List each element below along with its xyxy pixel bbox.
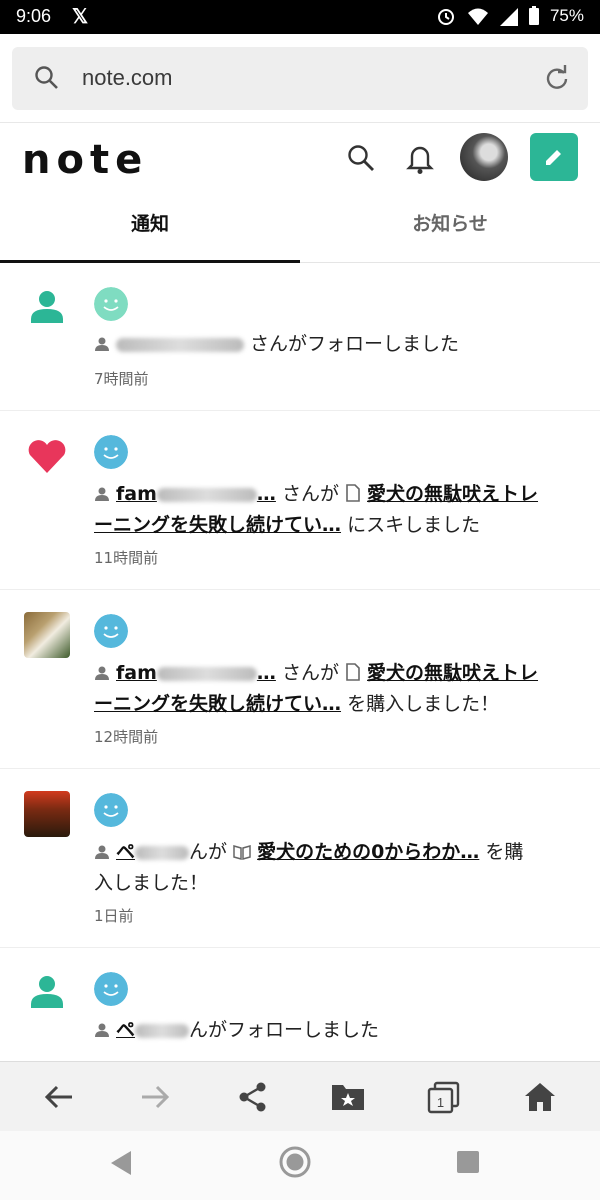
person-icon (31, 976, 63, 1008)
alarm-icon (437, 9, 454, 25)
bookmark-folder-icon[interactable] (330, 1080, 366, 1114)
person-icon (95, 487, 109, 501)
notification-action: さんがフォローしました (250, 333, 460, 355)
notification-action: んがフォローしました (189, 1019, 380, 1041)
avatar[interactable] (94, 793, 128, 827)
status-bar: 9:06 𝕏 75% (0, 0, 600, 34)
nav-recents-icon[interactable] (456, 1150, 480, 1174)
notification-action: 入しました！ (94, 872, 209, 894)
username-link[interactable]: fam… (116, 483, 276, 505)
article-link[interactable]: 愛犬の無駄吠えトレ (367, 662, 538, 684)
home-icon[interactable] (522, 1080, 558, 1114)
notification-action: んが (189, 841, 228, 863)
timestamp: 7時間前 (94, 370, 149, 388)
search-icon (35, 66, 58, 89)
notification-item[interactable]: fam… さんが 愛犬の無駄吠えトレ ーニングを失敗し続けてい… を購入しました… (0, 590, 600, 769)
username-link[interactable]: fam… (116, 662, 276, 684)
notification-item[interactable]: fam… さんが 愛犬の無駄吠えトレ ーニングを失敗し続けてい… にスキしました… (0, 411, 600, 590)
svg-text:1: 1 (437, 1095, 444, 1110)
notification-action: を購 (485, 841, 524, 863)
blurred-username[interactable] (116, 337, 244, 352)
notification-text: fam… さんが 愛犬の無駄吠えトレ (94, 658, 538, 685)
system-nav-bar (0, 1131, 600, 1200)
battery-level: 75% (549, 6, 584, 25)
forward-arrow-icon[interactable] (138, 1080, 172, 1114)
magazine-icon (233, 845, 251, 860)
address-bar[interactable]: note.com (12, 47, 588, 110)
avatar[interactable] (94, 435, 128, 469)
notification-text: ペんが 愛犬のための0からわか… を購 (94, 837, 523, 864)
dog-thumbnail[interactable] (24, 612, 70, 658)
timestamp: 11時間前 (94, 549, 159, 567)
bell-icon[interactable] (406, 143, 434, 175)
nav-home-icon[interactable] (278, 1145, 312, 1179)
magazine-link[interactable]: 愛犬のための0からわか… (257, 841, 479, 863)
document-icon (346, 663, 360, 681)
url-text: note.com (82, 65, 173, 90)
person-icon (31, 291, 63, 323)
notification-item[interactable]: ペんがフォローしました (0, 948, 600, 1061)
timestamp: 12時間前 (94, 728, 159, 746)
notification-item[interactable]: ペんが 愛犬のための0からわか… を購 入しました！ 1日前 (0, 769, 600, 948)
avatar[interactable] (94, 614, 128, 648)
article-link[interactable]: ーニングを失敗し続けてい… (94, 693, 341, 715)
event-thumbnail[interactable] (24, 791, 70, 837)
avatar[interactable] (94, 287, 128, 321)
tab-announcements[interactable]: お知らせ (300, 194, 600, 262)
status-icons: 75% (436, 6, 584, 26)
tab-bar: 通知 お知らせ (0, 194, 600, 263)
browser-toolbar: note.com (0, 34, 600, 122)
person-icon (95, 845, 109, 859)
document-icon (346, 484, 360, 502)
article-link[interactable]: 愛犬の無駄吠えトレ (367, 483, 538, 505)
person-icon (95, 337, 109, 351)
battery-icon (528, 6, 539, 25)
notification-text: さんがフォローしました (94, 329, 459, 356)
tab-notifications[interactable]: 通知 (0, 194, 300, 263)
signal-icon (499, 8, 518, 26)
x-app-icon: 𝕏 (72, 6, 89, 28)
notification-item[interactable]: さんがフォローしました 7時間前 (0, 263, 600, 411)
heart-icon (28, 440, 66, 473)
person-icon (95, 1023, 109, 1037)
browser-bottom-bar: 1 (0, 1061, 600, 1132)
back-arrow-icon[interactable] (42, 1080, 76, 1114)
post-button[interactable] (530, 133, 578, 181)
timestamp: 1日前 (94, 907, 134, 925)
notification-text: ーニングを失敗し続けてい… を購入しました！ (94, 689, 499, 716)
status-time: 9:06 (16, 6, 52, 26)
notification-action: さんが (281, 662, 339, 684)
pencil-icon (546, 150, 561, 165)
note-logo[interactable]: note (22, 137, 148, 183)
reload-icon[interactable] (544, 65, 570, 91)
article-link[interactable]: ーニングを失敗し続けてい… (94, 514, 341, 536)
tabs-icon[interactable]: 1 (426, 1080, 462, 1116)
wifi-icon (467, 8, 488, 25)
person-icon (95, 666, 109, 680)
share-icon[interactable] (236, 1080, 270, 1114)
nav-back-icon[interactable] (108, 1149, 134, 1177)
notification-action: さんが (281, 483, 339, 505)
notification-text: fam… さんが 愛犬の無駄吠えトレ (94, 479, 538, 506)
user-avatar[interactable] (460, 133, 508, 181)
username-link[interactable]: ペ (116, 841, 190, 863)
avatar[interactable] (94, 972, 128, 1006)
notification-text: ーニングを失敗し続けてい… にスキしました (94, 510, 480, 537)
notification-action: を購入しました！ (347, 693, 500, 715)
username-link[interactable]: ペ (116, 1019, 190, 1041)
notification-text: 入しました！ (94, 868, 208, 895)
notification-action: にスキしました (347, 514, 481, 536)
search-icon[interactable] (346, 143, 376, 173)
site-header: note (0, 122, 600, 195)
notification-text: ペんがフォローしました (94, 1015, 379, 1042)
